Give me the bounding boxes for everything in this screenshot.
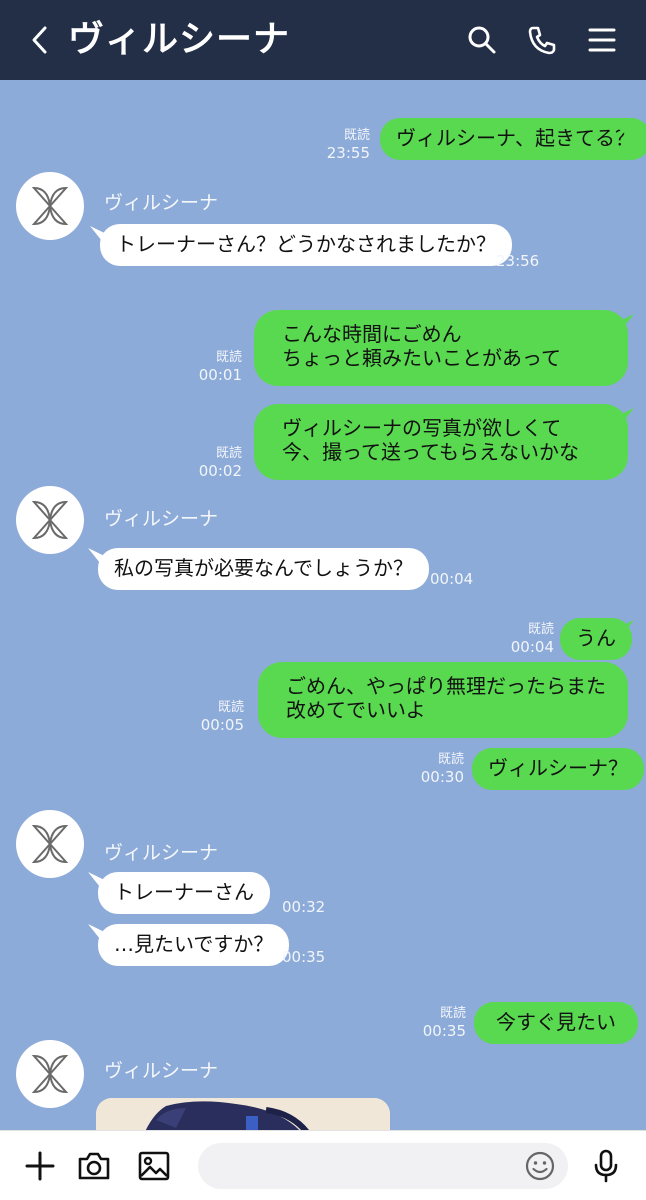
- search-icon: [468, 26, 496, 54]
- message-time: 00:04: [510, 638, 554, 656]
- message-bubble-outgoing[interactable]: ヴィルシーナ？: [472, 748, 644, 790]
- message-bubble-outgoing[interactable]: ヴィルシーナの写真が欲しくて 今、撮って送ってもらえないかな: [254, 404, 628, 480]
- menu-icon: [588, 28, 616, 52]
- message-time: 23:55: [326, 144, 370, 162]
- add-button[interactable]: [20, 1146, 60, 1186]
- message-line: ちょっと頼みたいことがあって: [282, 346, 561, 370]
- read-receipt: 既読: [215, 446, 242, 461]
- message-meta: 既読 00:01: [190, 350, 242, 384]
- voice-button[interactable]: [586, 1146, 626, 1186]
- camera-button[interactable]: [74, 1146, 114, 1186]
- message-meta: 既読 00:05: [192, 700, 244, 734]
- read-receipt: 既読: [437, 752, 464, 767]
- sender-name: ヴィルシーナ: [104, 1060, 219, 1082]
- emoji-button[interactable]: [520, 1146, 560, 1186]
- back-icon: [32, 26, 47, 54]
- message-bubble-outgoing[interactable]: 今すぐ見たい: [474, 1002, 638, 1044]
- message-time: 23:56: [496, 252, 540, 270]
- image-message[interactable]: [96, 1098, 390, 1130]
- chat-title: ヴィルシーナ: [68, 19, 291, 60]
- avatar[interactable]: [16, 486, 84, 554]
- message-meta: 既読 23:55: [318, 128, 370, 162]
- menu-button[interactable]: [582, 20, 622, 60]
- message-time: 00:02: [198, 462, 242, 480]
- flower-emblem-icon: [31, 824, 69, 864]
- flower-emblem-icon: [31, 186, 69, 226]
- sender-name: ヴィルシーナ: [104, 508, 219, 530]
- message-line: ヴィルシーナの写真が欲しくて: [282, 416, 562, 440]
- message-time: 00:35: [282, 948, 326, 966]
- message-bubble-outgoing[interactable]: ごめん、やっぱり無理だったらまた 改めてでいいよ: [258, 662, 628, 738]
- emoji-icon: [525, 1151, 555, 1181]
- read-receipt: 既読: [439, 1006, 466, 1021]
- phone-icon: [528, 26, 556, 55]
- read-receipt: 既読: [343, 128, 370, 143]
- message-time: 00:05: [200, 716, 244, 734]
- message-time: 00:04: [430, 570, 474, 588]
- message-bubble-incoming[interactable]: 私の写真が必要なんでしょうか？: [98, 548, 429, 590]
- character-photo-icon: [96, 1098, 390, 1130]
- message-meta: 既読 00:02: [190, 446, 242, 480]
- chat-area[interactable]: 既読 23:55 ヴィルシーナ、起きてる？ ヴィルシーナ トレーナーさん？どうか…: [0, 80, 646, 1130]
- message-line: こんな時間にごめん: [282, 322, 462, 346]
- read-receipt: 既読: [217, 700, 244, 715]
- sender-name: ヴィルシーナ: [104, 192, 219, 214]
- message-bubble-incoming[interactable]: トレーナーさん: [98, 872, 270, 914]
- message-time: 00:35: [422, 1022, 466, 1040]
- sender-name: ヴィルシーナ: [104, 842, 219, 864]
- chat-header: ヴィルシーナ: [0, 0, 646, 80]
- input-bar: [0, 1130, 646, 1200]
- message-line: 今、撮って送ってもらえないかな: [282, 440, 579, 464]
- avatar[interactable]: [16, 1040, 84, 1108]
- microphone-icon: [594, 1149, 618, 1183]
- message-time: 00:32: [282, 898, 326, 916]
- avatar[interactable]: [16, 172, 84, 240]
- message-bubble-outgoing[interactable]: こんな時間にごめん ちょっと頼みたいことがあって: [254, 310, 628, 386]
- message-line: 改めてでいいよ: [286, 698, 426, 722]
- camera-icon: [78, 1152, 110, 1180]
- flower-emblem-icon: [31, 1054, 69, 1094]
- message-line: ごめん、やっぱり無理だったらまた: [286, 674, 606, 698]
- message-time: 00:01: [198, 366, 242, 384]
- message-bubble-incoming[interactable]: …見たいですか？: [98, 924, 290, 966]
- message-bubble-outgoing[interactable]: うん: [560, 618, 632, 660]
- back-button[interactable]: [20, 16, 60, 64]
- image-button[interactable]: [134, 1146, 174, 1186]
- message-input[interactable]: [198, 1143, 568, 1189]
- image-icon: [138, 1151, 170, 1181]
- message-bubble-incoming[interactable]: トレーナーさん？どうかなされましたか？: [100, 224, 512, 266]
- message-meta: 既読 00:04: [502, 622, 554, 656]
- avatar[interactable]: [16, 810, 84, 878]
- plus-icon: [25, 1151, 55, 1181]
- read-receipt: 既読: [527, 622, 554, 637]
- read-receipt: 既読: [215, 350, 242, 365]
- search-button[interactable]: [462, 20, 502, 60]
- flower-emblem-icon: [31, 500, 69, 540]
- call-button[interactable]: [522, 20, 562, 60]
- message-bubble-outgoing[interactable]: ヴィルシーナ、起きてる？: [380, 118, 646, 160]
- message-time: 00:30: [420, 768, 464, 786]
- message-meta: 既読 00:30: [412, 752, 464, 786]
- message-meta: 既読 00:35: [414, 1006, 466, 1040]
